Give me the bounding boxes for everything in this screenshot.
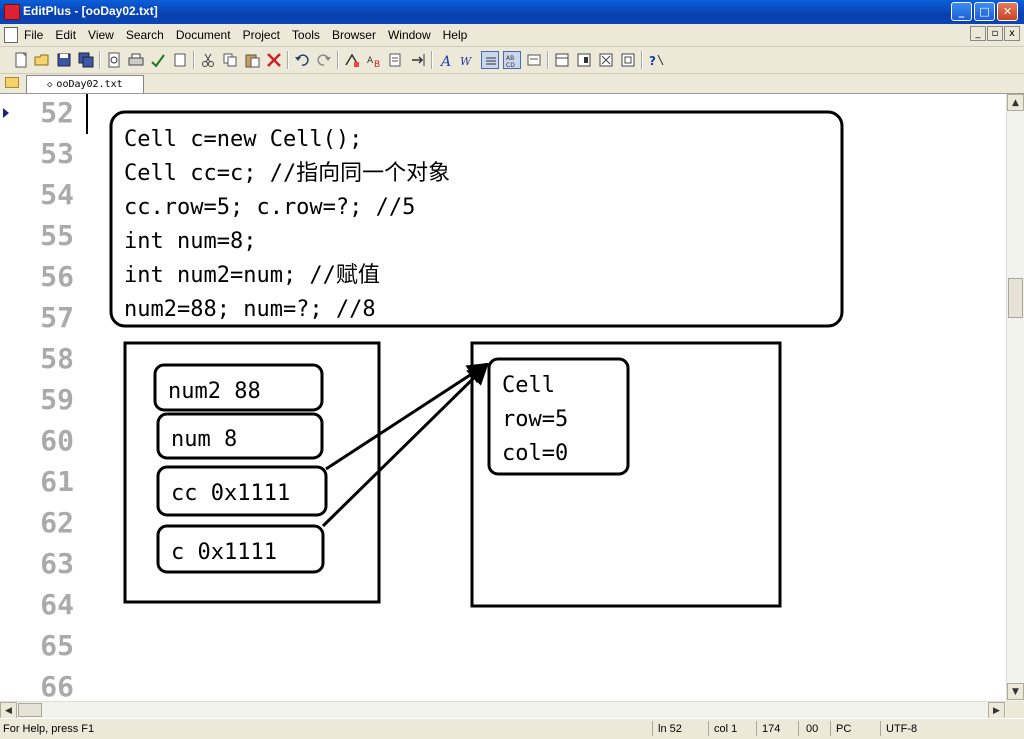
toggle-output-icon[interactable] bbox=[553, 51, 571, 69]
svg-text:W: W bbox=[460, 55, 473, 68]
window-controls: _ □ ✕ bbox=[951, 2, 1018, 21]
font-icon[interactable]: A bbox=[437, 51, 455, 70]
print-icon[interactable] bbox=[127, 51, 145, 69]
word-wrap-icon[interactable]: W bbox=[459, 51, 477, 69]
scroll-left-icon[interactable]: ◀ bbox=[0, 702, 17, 719]
preferences-icon[interactable] bbox=[525, 51, 543, 69]
menu-search[interactable]: Search bbox=[126, 28, 164, 42]
status-line: ln 52 bbox=[658, 723, 682, 735]
doc-close-button[interactable]: x bbox=[1004, 26, 1020, 41]
horizontal-scrollbar[interactable]: ◀ ▶ bbox=[0, 701, 1006, 719]
delete-icon[interactable] bbox=[265, 51, 283, 69]
doc-restore-button[interactable]: ▫ bbox=[987, 26, 1003, 41]
code-line: int num2=num; //赋值 bbox=[124, 263, 380, 288]
find-icon[interactable] bbox=[343, 51, 361, 69]
menu-edit[interactable]: Edit bbox=[55, 28, 76, 42]
status-column: col 1 bbox=[714, 723, 738, 735]
menu-bar: File Edit View Search Document Project T… bbox=[0, 24, 1024, 47]
svg-text:B: B bbox=[374, 60, 380, 69]
scroll-down-icon[interactable]: ▼ bbox=[1007, 683, 1024, 700]
menu-project[interactable]: Project bbox=[243, 28, 280, 42]
close-button[interactable]: ✕ bbox=[997, 2, 1018, 21]
svg-text:A: A bbox=[439, 54, 451, 69]
new-file-icon[interactable] bbox=[12, 51, 30, 69]
cell-object-line: col=0 bbox=[502, 441, 568, 466]
save-all-icon[interactable] bbox=[77, 51, 95, 69]
stack-var-label: num 8 bbox=[171, 427, 237, 452]
document-tab-bar: ◇ ooDay02.txt bbox=[0, 74, 1024, 94]
menu-tools[interactable]: Tools bbox=[292, 28, 320, 42]
full-screen-icon[interactable] bbox=[619, 51, 637, 69]
code-line: cc.row=5; c.row=?; //5 bbox=[124, 195, 415, 220]
vertical-scroll-thumb[interactable] bbox=[1008, 278, 1023, 318]
menu-document[interactable]: Document bbox=[176, 28, 231, 42]
menu-browser[interactable]: Browser bbox=[332, 28, 376, 42]
copy-icon[interactable] bbox=[221, 51, 239, 69]
paste-icon[interactable] bbox=[243, 51, 261, 69]
help-icon[interactable]: ? bbox=[647, 51, 665, 69]
menu-view[interactable]: View bbox=[88, 28, 114, 42]
horizontal-scroll-thumb[interactable] bbox=[18, 703, 42, 717]
code-line: Cell cc=c; //指向同一个对象 bbox=[124, 161, 450, 186]
doc-minimize-button[interactable]: _ bbox=[970, 26, 986, 41]
print-preview-icon[interactable] bbox=[105, 51, 123, 69]
status-help-text: For Help, press F1 bbox=[3, 723, 95, 735]
goto-line-icon[interactable] bbox=[409, 51, 427, 69]
document-icon[interactable] bbox=[4, 27, 18, 43]
vertical-scrollbar[interactable]: ▲ ▼ bbox=[1006, 94, 1024, 701]
stack-var-label: c 0x1111 bbox=[171, 540, 277, 565]
code-line: int num=8; bbox=[124, 229, 256, 254]
menu-file[interactable]: File bbox=[24, 28, 43, 42]
status-position: 174 bbox=[762, 723, 781, 735]
file-type-icon: ◇ bbox=[47, 79, 53, 90]
svg-text:?: ? bbox=[649, 54, 656, 68]
open-folder-icon[interactable] bbox=[33, 51, 51, 69]
find-in-files-icon[interactable] bbox=[387, 51, 405, 69]
toggle-directory-icon[interactable] bbox=[597, 51, 615, 69]
app-icon bbox=[4, 4, 20, 20]
cell-object-line: Cell bbox=[502, 373, 555, 398]
editor-area[interactable]: 52 53 54 55 56 57 58 59 60 61 62 63 64 6… bbox=[0, 94, 1006, 701]
scroll-up-icon[interactable]: ▲ bbox=[1007, 94, 1024, 111]
undo-icon[interactable] bbox=[293, 51, 311, 69]
svg-text:CD: CD bbox=[506, 62, 515, 69]
toggle-cliptext-icon[interactable] bbox=[575, 51, 593, 69]
folder-icon[interactable] bbox=[5, 77, 19, 88]
status-bar: For Help, press F1 ln 52 col 1 174 00 PC… bbox=[0, 718, 1024, 739]
save-icon[interactable] bbox=[55, 51, 73, 69]
maximize-button[interactable]: □ bbox=[974, 2, 995, 21]
menu-help[interactable]: Help bbox=[443, 28, 468, 42]
status-mode: PC bbox=[836, 723, 852, 735]
svg-text:A: A bbox=[367, 56, 374, 66]
toolbar: AB A W AB CD ? bbox=[0, 47, 1024, 74]
replace-icon[interactable]: AB bbox=[365, 51, 383, 70]
memory-diagram: Cell c=new Cell(); Cell cc=c; //指向同一个对象 … bbox=[109, 110, 844, 608]
tab-label: ooDay02.txt bbox=[56, 79, 123, 90]
redo-icon[interactable] bbox=[315, 51, 333, 69]
window-title: EditPlus - [ooDay02.txt] bbox=[23, 4, 158, 18]
title-bar: EditPlus - [ooDay02.txt] _ □ ✕ bbox=[0, 0, 1024, 24]
document-window-controls: _ ▫ x bbox=[970, 26, 1020, 41]
stack-var-label: cc 0x1111 bbox=[171, 481, 290, 506]
line-number-toggle-icon[interactable] bbox=[481, 51, 499, 69]
code-line: num2=88; num=?; //8 bbox=[124, 297, 376, 322]
minimize-button[interactable]: _ bbox=[951, 2, 972, 21]
cut-icon[interactable] bbox=[199, 51, 217, 69]
cell-object-line: row=5 bbox=[502, 407, 568, 432]
scrollbar-corner bbox=[1006, 701, 1024, 718]
ruler-toggle-icon[interactable]: AB CD bbox=[503, 51, 521, 69]
svg-text:AB: AB bbox=[506, 55, 514, 62]
scroll-right-icon[interactable]: ▶ bbox=[988, 702, 1005, 719]
stack-var-label: num2 88 bbox=[168, 379, 261, 404]
bookmark-icon[interactable] bbox=[171, 51, 189, 69]
menu-window[interactable]: Window bbox=[388, 28, 431, 42]
tab-ooday02[interactable]: ◇ ooDay02.txt bbox=[26, 75, 144, 93]
spell-check-icon[interactable] bbox=[149, 51, 167, 69]
status-num: 00 bbox=[806, 723, 819, 735]
code-line: Cell c=new Cell(); bbox=[124, 127, 362, 152]
status-encoding: UTF-8 bbox=[886, 723, 918, 735]
